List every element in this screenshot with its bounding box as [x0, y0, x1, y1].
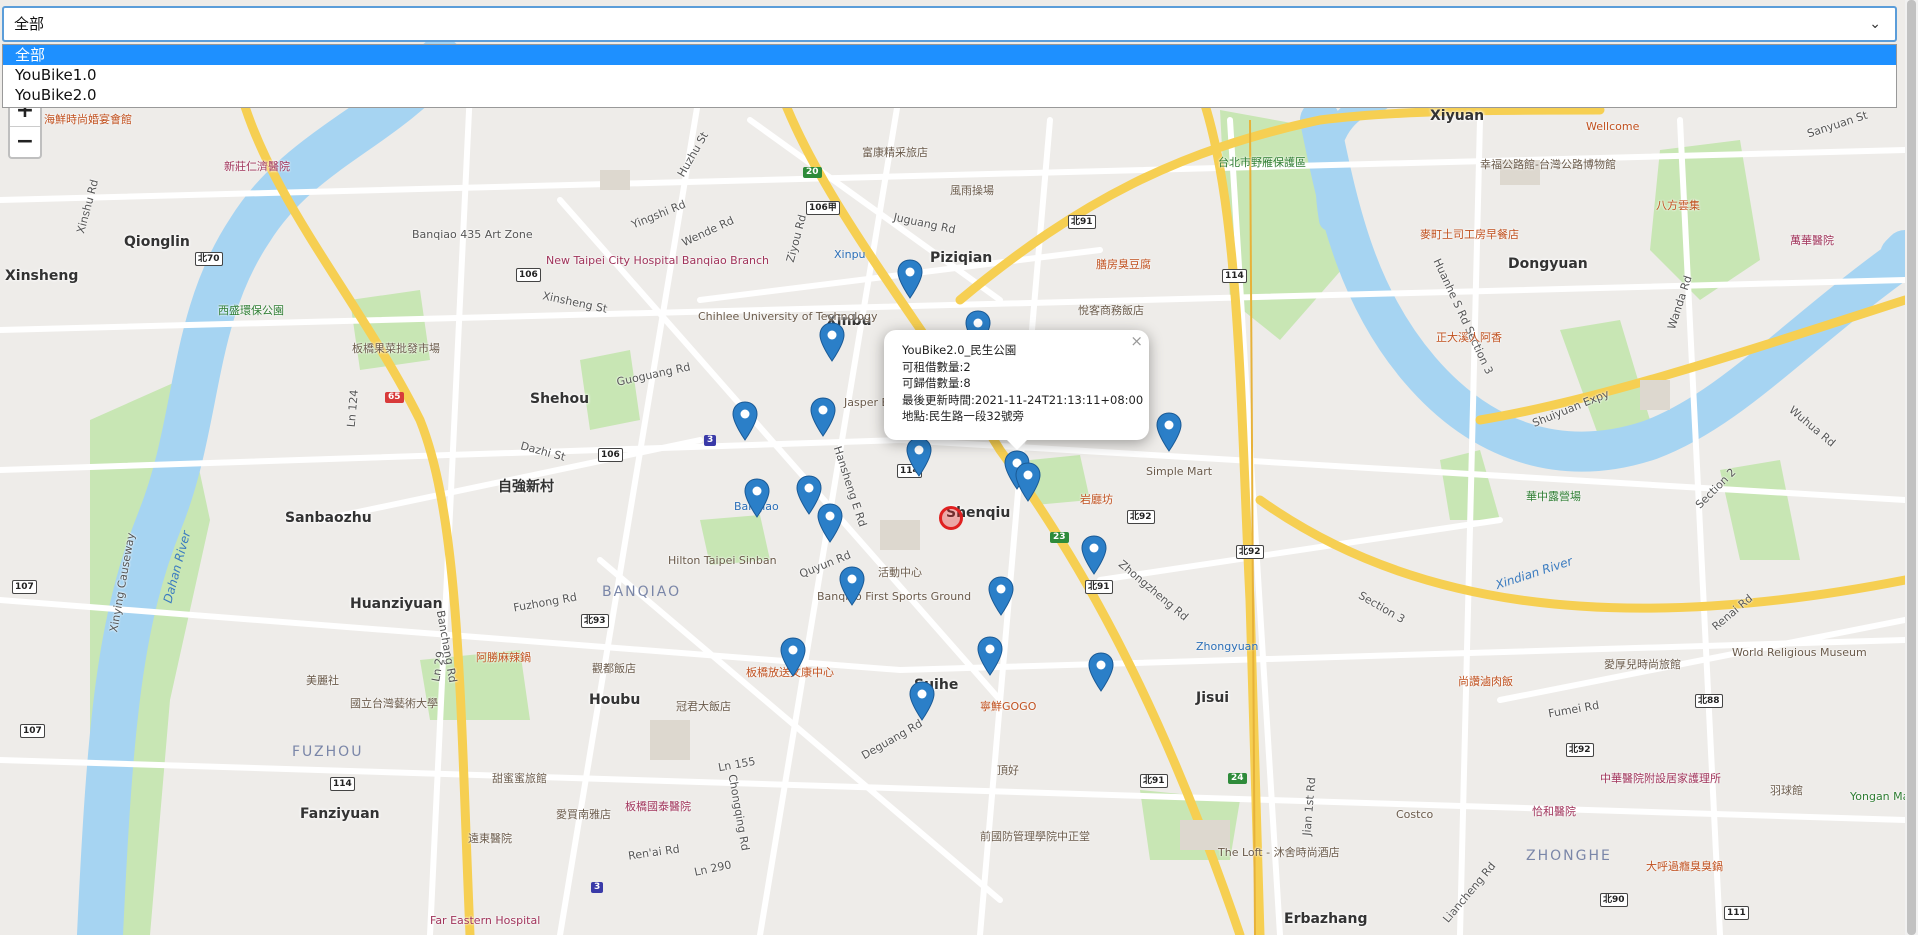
chevron-down-icon: ⌄ [1869, 16, 1881, 32]
bike-station-marker[interactable] [1081, 535, 1107, 575]
scrollbar-thumb[interactable] [1907, 0, 1916, 935]
hwy-3: 3 [704, 435, 717, 446]
current-location-marker [939, 506, 963, 530]
popup-content: YouBike2.0_民生公園 可租借數量:2 可歸借數量:8 最後更新時間:2… [884, 330, 1149, 437]
shield-north-91-c: 北91 [1140, 774, 1168, 788]
hwy-20: 20 [803, 167, 822, 178]
map-base [0, 0, 1905, 935]
option-all[interactable]: 全部 [3, 45, 1896, 65]
bike-station-marker[interactable] [817, 503, 843, 543]
shield-north-91-b: 北91 [1085, 580, 1113, 594]
shield-106-b: 106 [598, 448, 623, 462]
shield-north-92: 北92 [1127, 510, 1155, 524]
hwy-24: 24 [1228, 773, 1247, 784]
bike-station-marker[interactable] [819, 322, 845, 362]
shield-north-88: 北88 [1695, 694, 1723, 708]
bike-station-marker[interactable] [1156, 412, 1182, 452]
page-scrollbar[interactable] [1905, 0, 1918, 935]
bike-station-marker[interactable] [909, 681, 935, 721]
option-youbike1[interactable]: YouBike1.0 [3, 65, 1896, 85]
shield-114: 114 [1222, 269, 1247, 283]
shield-107-b: 107 [20, 724, 45, 738]
bike-station-marker[interactable] [988, 576, 1014, 616]
popup-tip [1006, 439, 1028, 450]
shield-north-70: 北70 [195, 252, 223, 266]
popup-available-bikes: 可租借數量:2 [902, 359, 971, 374]
bike-station-marker[interactable] [810, 397, 836, 437]
hwy-23: 23 [1050, 532, 1069, 543]
shield-north-92-c: 北92 [1566, 743, 1594, 757]
hwy-3-b: 3 [591, 882, 604, 893]
bike-station-marker[interactable] [839, 566, 865, 606]
shield-107: 107 [12, 580, 37, 594]
bike-station-marker[interactable] [744, 478, 770, 518]
shield-north-90: 北90 [1600, 893, 1628, 907]
hwy-65: 65 [385, 392, 404, 403]
shield-106a: 106甲 [806, 201, 840, 215]
shield-106: 106 [516, 268, 541, 282]
zoom-out-button[interactable]: − [10, 126, 40, 157]
popup-address: 地點:民生路一段32號旁 [902, 409, 1025, 423]
station-popup: × YouBike2.0_民生公園 可租借數量:2 可歸借數量:8 最後更新時間… [884, 330, 1149, 450]
bike-station-marker[interactable] [977, 636, 1003, 676]
bike-station-marker[interactable] [1015, 462, 1041, 502]
bike-station-marker[interactable] [897, 259, 923, 299]
shield-north-92-b: 北92 [1236, 545, 1264, 559]
select-current-value: 全部 [14, 15, 45, 33]
popup-close-button[interactable]: × [1130, 332, 1143, 350]
bike-station-marker[interactable] [780, 637, 806, 677]
shield-north-93: 北93 [581, 614, 609, 628]
bike-station-marker[interactable] [1088, 652, 1114, 692]
bike-type-select[interactable]: 全部 ⌄ [2, 6, 1897, 42]
map-canvas[interactable]: Xinsheng Qionglin Shehou Xinbu Piziqian … [0, 0, 1905, 935]
popup-updated-time: 最後更新時間:2021-11-24T21:13:11+08:00 [902, 392, 1144, 407]
popup-station-name: YouBike2.0_民生公園 [902, 343, 1017, 357]
bike-station-marker[interactable] [732, 401, 758, 441]
bike-station-marker[interactable] [906, 437, 932, 477]
option-youbike2[interactable]: YouBike2.0 [3, 85, 1896, 105]
shield-north-91: 北91 [1068, 215, 1096, 229]
popup-available-docks: 可歸借數量:8 [902, 376, 971, 390]
shield-114-c: 114 [330, 777, 355, 791]
bike-type-dropdown: 全部 YouBike1.0 YouBike2.0 [2, 44, 1897, 108]
shield-111: 111 [1724, 906, 1749, 920]
